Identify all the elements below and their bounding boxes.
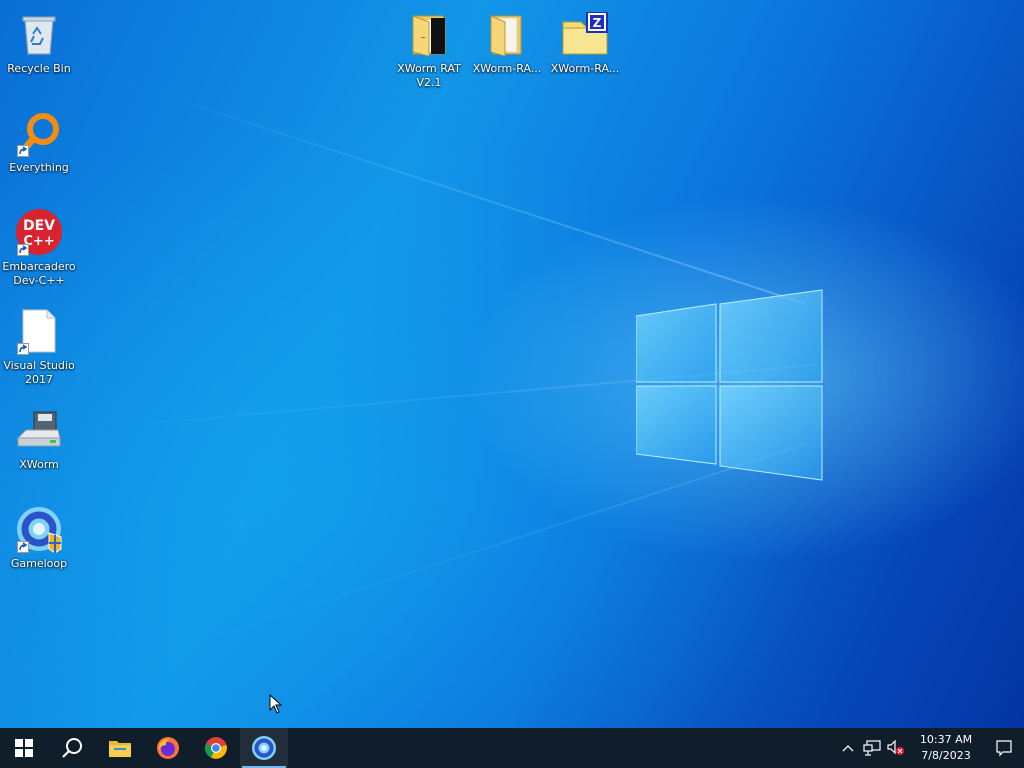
file-icon <box>15 307 63 355</box>
desktop-icon-label: XWorm-RA... <box>472 62 542 75</box>
desktop-icon-label: Visual Studio 2017 <box>3 359 75 386</box>
recycle-bin-icon <box>15 10 63 58</box>
notification-icon <box>996 740 1012 757</box>
desktop-icon-label: XWorm-RA... <box>550 62 620 75</box>
svg-text:DEV: DEV <box>23 218 55 234</box>
taskbar: 10:37 AM 7/8/2023 <box>0 728 1024 768</box>
desktop-icon-dev-cpp[interactable]: DEV C++ Embarcadero Dev-C++ <box>0 202 78 294</box>
folder-icon: ~ <box>405 10 453 58</box>
everything-icon <box>15 109 63 157</box>
shortcut-arrow-icon <box>17 244 29 256</box>
clock-time: 10:37 AM <box>919 733 973 746</box>
folder-icon <box>483 10 531 58</box>
desktop-icon-xworm-folder[interactable]: XWorm-RA... <box>468 4 546 96</box>
desktop-icon-recycle-bin[interactable]: Recycle Bin <box>0 4 78 96</box>
shortcut-arrow-icon <box>17 343 29 355</box>
desktop-icon-label: Gameloop <box>10 557 68 570</box>
chrome-icon <box>204 737 227 759</box>
dev-cpp-icon: DEV C++ <box>15 208 63 256</box>
windows-start-icon <box>15 739 33 757</box>
shortcut-arrow-icon <box>17 541 29 553</box>
search-button[interactable] <box>48 728 96 768</box>
start-button[interactable] <box>0 728 48 768</box>
taskbar-file-explorer[interactable] <box>96 728 144 768</box>
gameloop-icon <box>15 505 63 553</box>
system-tray: 10:37 AM 7/8/2023 <box>836 728 1024 768</box>
desktop-icon-xworm-rat-folder[interactable]: ~ XWorm RAT V2.1 <box>390 4 468 96</box>
gameloop-icon <box>252 736 276 760</box>
mouse-cursor-icon <box>269 694 283 714</box>
desktop-icon-label: Everything <box>9 161 69 174</box>
desktop-icon-gameloop[interactable]: Gameloop <box>0 499 78 591</box>
firefox-icon <box>157 737 179 759</box>
show-hidden-icons-button[interactable] <box>836 728 860 768</box>
desktop-icon-label: Recycle Bin <box>7 62 71 75</box>
clock-date: 7/8/2023 <box>921 749 971 762</box>
taskbar-gameloop[interactable] <box>240 728 288 768</box>
action-center-button[interactable] <box>984 728 1024 768</box>
taskbar-clock[interactable]: 10:37 AM 7/8/2023 <box>914 728 978 768</box>
desktop-icon-xworm-archive[interactable]: Z XWorm-RA... <box>546 4 624 96</box>
desktop-icon-everything[interactable]: Everything <box>0 103 78 195</box>
desktop-icon-visual-studio[interactable]: Visual Studio 2017 <box>0 301 78 393</box>
network-button[interactable] <box>860 728 884 768</box>
svg-text:~: ~ <box>420 34 426 42</box>
volume-muted-icon <box>887 740 905 756</box>
volume-button[interactable] <box>884 728 908 768</box>
desktop[interactable]: Recycle Bin Everything DEV C++ Embarcade… <box>0 0 1024 728</box>
network-icon <box>863 740 881 756</box>
windows-logo-wallpaper <box>636 289 823 481</box>
desktop-icon-label: XWorm RAT V2.1 <box>397 62 461 89</box>
shortcut-arrow-icon <box>17 145 29 157</box>
search-icon <box>62 738 82 758</box>
zip-archive-icon: Z <box>561 10 609 58</box>
taskbar-firefox[interactable] <box>144 728 192 768</box>
file-explorer-icon <box>109 741 131 757</box>
desktop-icon-label: XWorm <box>19 458 59 471</box>
desktop-icon-xworm[interactable]: XWorm <box>0 400 78 492</box>
svg-text:Z: Z <box>593 16 602 30</box>
drive-icon <box>15 406 63 454</box>
desktop-icon-label: Embarcadero Dev-C++ <box>2 260 76 287</box>
chevron-up-icon <box>842 745 854 752</box>
taskbar-chrome[interactable] <box>192 728 240 768</box>
